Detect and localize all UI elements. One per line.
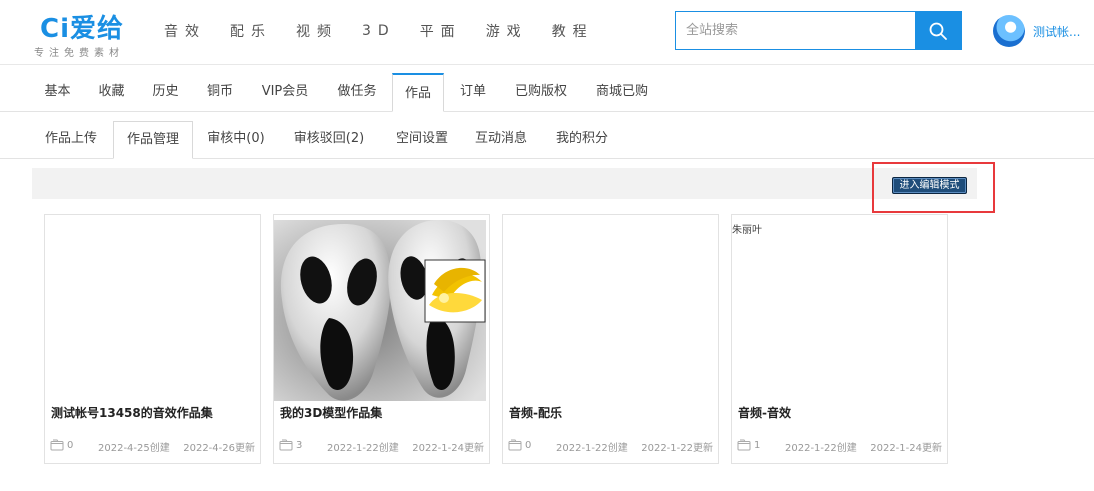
tab-primary-6[interactable]: 做任务 [326, 73, 388, 112]
item-count: 0 [508, 439, 531, 451]
tab-secondary-7[interactable]: 我的积分 [544, 121, 620, 159]
highlight-box [872, 162, 995, 213]
tab-primary-4[interactable]: 铜币 [194, 73, 246, 112]
tab-secondary-1[interactable]: 作品上传 [33, 121, 109, 159]
card-title[interactable]: 测试帐号13458的音效作品集 [51, 404, 213, 421]
folder-icon [50, 439, 64, 451]
card-tag: 朱丽叶 [732, 225, 762, 236]
item-count: 1 [737, 439, 760, 451]
item-count-value: 0 [67, 439, 74, 451]
nav-item-3d[interactable]: 3D [362, 23, 396, 39]
username[interactable]: 测试帐... [1033, 23, 1080, 40]
collection-card[interactable]: 我的3D模型作品集 3 2022-1-22创建 2022-1-24更新 [273, 214, 490, 464]
tab-secondary-3[interactable]: 审核中(0) [195, 121, 277, 159]
tab-primary-5[interactable]: VIP会员 [248, 73, 322, 112]
card-meta: 0 2022-4-25创建 2022-4-26更新 [50, 439, 257, 455]
card-cover[interactable] [503, 220, 715, 401]
tab-primary-8[interactable]: 订单 [448, 73, 498, 112]
created-date: 2022-4-25创建 [98, 443, 170, 454]
secondary-tabs: 作品上传 作品管理 审核中(0) 审核驳回(2) 空间设置 互动消息 我的积分 [0, 121, 1094, 159]
collection-card[interactable]: 朱丽叶音频-音效 1 2022-1-22创建 2022-1-24更新 [731, 214, 948, 464]
tab-primary-10[interactable]: 商城已购 [584, 73, 660, 112]
search-button[interactable] [915, 12, 961, 49]
site-logo[interactable]: Ci爱给 专注免费素材 [34, 8, 144, 59]
search-icon [929, 22, 947, 40]
updated-date: 2022-4-26更新 [183, 443, 255, 454]
item-count-value: 1 [754, 439, 761, 451]
cover-image [274, 220, 486, 401]
nav-item-tutorial[interactable]: 教程 [552, 21, 594, 41]
search-input[interactable] [676, 12, 916, 49]
updated-date: 2022-1-24更新 [412, 443, 484, 454]
created-date: 2022-1-22创建 [327, 443, 399, 454]
tab-primary-9[interactable]: 已购版权 [500, 73, 582, 112]
primary-tabs: 基本 收藏 历史 铜币 VIP会员 做任务 作品 订单 已购版权 商城已购 [0, 73, 1094, 112]
tab-primary-7[interactable]: 作品 [392, 73, 444, 112]
created-date: 2022-1-22创建 [785, 443, 857, 454]
tab-secondary-5[interactable]: 空间设置 [382, 121, 462, 159]
tab-secondary-2[interactable]: 作品管理 [113, 121, 193, 159]
nav-item-game[interactable]: 游戏 [486, 21, 528, 41]
user-menu[interactable]: 测试帐... [993, 14, 1080, 48]
collection-card[interactable]: 音频-配乐 0 2022-1-22创建 2022-1-22更新 [502, 214, 719, 464]
card-meta: 3 2022-1-22创建 2022-1-24更新 [279, 439, 486, 455]
site-header: Ci爱给 专注免费素材 音效 配乐 视频 3D 平面 游戏 教程 测试帐... [0, 0, 1094, 65]
nav-item-sound[interactable]: 音效 [164, 21, 206, 41]
card-title[interactable]: 我的3D模型作品集 [280, 404, 382, 421]
tab-primary-3[interactable]: 历史 [142, 73, 189, 112]
logo-slogan: 专注免费素材 [34, 48, 124, 59]
nav-item-graphic[interactable]: 平面 [420, 21, 462, 41]
card-cover[interactable] [45, 220, 257, 401]
updated-date: 2022-1-22更新 [641, 443, 713, 454]
created-date: 2022-1-22创建 [556, 443, 628, 454]
search-box [675, 11, 962, 50]
folder-icon [279, 439, 293, 451]
folder-icon [737, 439, 751, 451]
tab-secondary-6[interactable]: 互动消息 [462, 121, 540, 159]
collection-card[interactable]: 测试帐号13458的音效作品集 0 2022-4-25创建 2022-4-26更新 [44, 214, 261, 464]
updated-date: 2022-1-24更新 [870, 443, 942, 454]
card-meta: 1 2022-1-22创建 2022-1-24更新 [737, 439, 944, 455]
folder-icon [508, 439, 522, 451]
toolbar [32, 168, 977, 199]
card-cover[interactable] [274, 220, 486, 401]
top-nav: 音效 配乐 视频 3D 平面 游戏 教程 [164, 0, 618, 62]
card-cover[interactable] [732, 220, 944, 401]
item-count-value: 3 [296, 439, 303, 451]
tab-secondary-4[interactable]: 审核驳回(2) [282, 121, 376, 159]
item-count: 0 [50, 439, 73, 451]
nav-item-music[interactable]: 配乐 [230, 21, 272, 41]
item-count-value: 0 [525, 439, 532, 451]
avatar[interactable] [993, 15, 1025, 47]
item-count: 3 [279, 439, 302, 451]
tab-primary-1[interactable]: 基本 [33, 73, 82, 112]
tab-primary-2[interactable]: 收藏 [88, 73, 135, 112]
card-meta: 0 2022-1-22创建 2022-1-22更新 [508, 439, 715, 455]
card-title[interactable]: 音频-音效 [738, 404, 791, 421]
nav-item-video[interactable]: 视频 [296, 21, 338, 41]
logo-wordmark: Ci爱给 [40, 14, 124, 44]
card-title[interactable]: 音频-配乐 [509, 404, 562, 421]
